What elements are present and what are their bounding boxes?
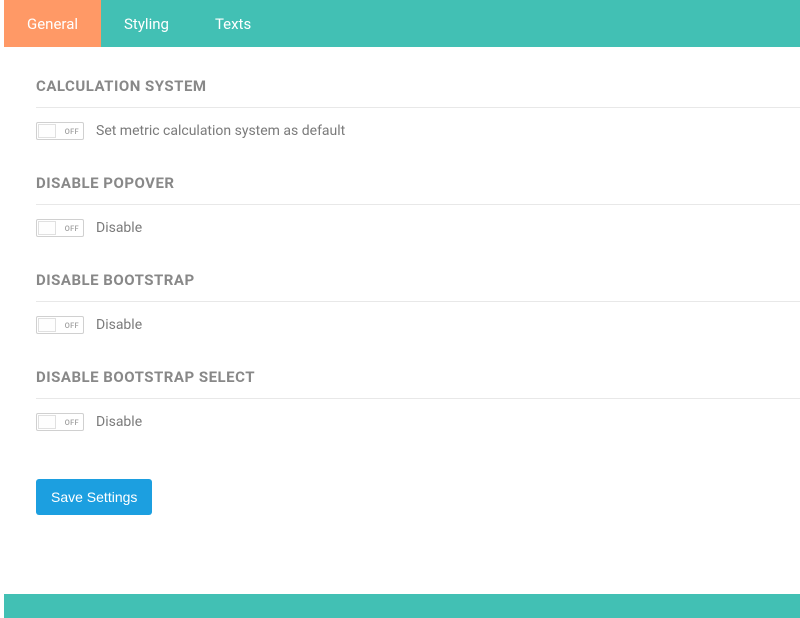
footer-bar bbox=[4, 594, 800, 618]
section-disable-bootstrap: DISABLE BOOTSTRAP OFF Disable bbox=[36, 271, 800, 334]
section-disable-bootstrap-select: DISABLE BOOTSTRAP SELECT OFF Disable bbox=[36, 368, 800, 431]
toggle-handle bbox=[38, 318, 56, 332]
section-title: DISABLE BOOTSTRAP bbox=[36, 271, 800, 302]
setting-row: OFF Disable bbox=[36, 219, 800, 237]
tab-texts[interactable]: Texts bbox=[192, 0, 274, 47]
setting-row: OFF Disable bbox=[36, 316, 800, 334]
section-disable-popover: DISABLE POPOVER OFF Disable bbox=[36, 174, 800, 237]
setting-description: Disable bbox=[96, 317, 142, 333]
setting-description: Set metric calculation system as default bbox=[96, 123, 345, 139]
section-title: DISABLE BOOTSTRAP SELECT bbox=[36, 368, 800, 399]
setting-description: Disable bbox=[96, 414, 142, 430]
toggle-handle bbox=[38, 415, 56, 429]
section-title: DISABLE POPOVER bbox=[36, 174, 800, 205]
toggle-state-label: OFF bbox=[65, 418, 79, 427]
toggle-handle bbox=[38, 221, 56, 235]
toggle-state-label: OFF bbox=[65, 127, 79, 136]
toggle-disable-bootstrap-select[interactable]: OFF bbox=[36, 413, 84, 431]
setting-row: OFF Disable bbox=[36, 413, 800, 431]
section-calculation-system: CALCULATION SYSTEM OFF Set metric calcul… bbox=[36, 77, 800, 140]
toggle-handle bbox=[38, 124, 56, 138]
tab-bar: General Styling Texts bbox=[4, 0, 800, 47]
section-title: CALCULATION SYSTEM bbox=[36, 77, 800, 108]
toggle-disable-bootstrap[interactable]: OFF bbox=[36, 316, 84, 334]
toggle-state-label: OFF bbox=[65, 321, 79, 330]
tab-styling[interactable]: Styling bbox=[101, 0, 192, 47]
content-area: CALCULATION SYSTEM OFF Set metric calcul… bbox=[0, 47, 800, 515]
toggle-disable-popover[interactable]: OFF bbox=[36, 219, 84, 237]
setting-description: Disable bbox=[96, 220, 142, 236]
tab-general[interactable]: General bbox=[4, 0, 101, 47]
toggle-state-label: OFF bbox=[65, 224, 79, 233]
save-settings-button[interactable]: Save Settings bbox=[36, 479, 152, 515]
setting-row: OFF Set metric calculation system as def… bbox=[36, 122, 800, 140]
toggle-calculation-system[interactable]: OFF bbox=[36, 122, 84, 140]
